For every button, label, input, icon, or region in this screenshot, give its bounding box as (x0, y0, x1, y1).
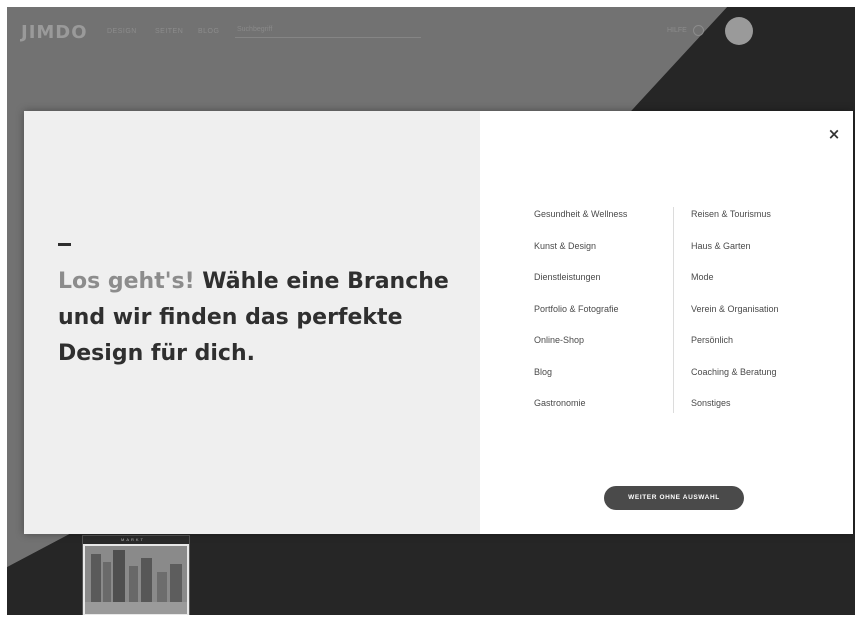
jimdo-logo[interactable]: JIMDO (21, 22, 88, 43)
category-list-right: Reisen & Tourismus Haus & Garten Mode Ve… (691, 209, 831, 430)
thumbnail-header: MARKT (83, 536, 189, 544)
modal-headline: Los geht's! Wähle eine Branche und wir f… (58, 264, 458, 372)
headline-dash (58, 243, 71, 246)
category-club-organization[interactable]: Verein & Organisation (691, 304, 831, 336)
top-bar: JIMDO Design Seiten Blog Suchbegriff HIL… (7, 7, 855, 57)
category-art-design[interactable]: Kunst & Design (534, 241, 674, 273)
category-blog[interactable]: Blog (534, 367, 674, 399)
headline-accent: Los geht's! (58, 269, 195, 294)
avatar[interactable] (725, 17, 753, 45)
category-home-garden[interactable]: Haus & Garten (691, 241, 831, 273)
category-gastronomy[interactable]: Gastronomie (534, 398, 674, 430)
search-placeholder: Suchbegriff (237, 26, 273, 33)
thumbnail-title: MARKT (121, 537, 145, 542)
category-personal[interactable]: Persönlich (691, 335, 831, 367)
nav-pages[interactable]: Seiten (155, 28, 183, 35)
category-travel-tourism[interactable]: Reisen & Tourismus (691, 209, 831, 241)
nav-blog[interactable]: Blog (198, 28, 219, 35)
modal-intro-panel: Los geht's! Wähle eine Branche und wir f… (24, 111, 480, 534)
close-icon[interactable]: × (827, 127, 841, 142)
continue-without-selection-button[interactable]: WEITER OHNE AUSWAHL (604, 486, 744, 510)
category-coaching-consulting[interactable]: Coaching & Beratung (691, 367, 831, 399)
category-divider (673, 207, 674, 413)
category-list-left: Gesundheit & Wellness Kunst & Design Die… (534, 209, 674, 430)
help-link[interactable]: HILFE (667, 27, 687, 34)
category-portfolio-photography[interactable]: Portfolio & Fotografie (534, 304, 674, 336)
screen: JIMDO Design Seiten Blog Suchbegriff HIL… (7, 7, 855, 615)
category-services[interactable]: Dienstleistungen (534, 272, 674, 304)
category-other[interactable]: Sonstiges (691, 398, 831, 430)
category-fashion[interactable]: Mode (691, 272, 831, 304)
template-thumbnail[interactable]: MARKT (82, 535, 190, 615)
branch-selection-modal: Los geht's! Wähle eine Branche und wir f… (24, 111, 853, 534)
nav-design[interactable]: Design (107, 28, 137, 35)
help-icon[interactable] (693, 25, 704, 36)
category-health-wellness[interactable]: Gesundheit & Wellness (534, 209, 674, 241)
search-input[interactable]: Suchbegriff (235, 23, 421, 38)
thumbnail-image (85, 546, 187, 614)
category-online-shop[interactable]: Online-Shop (534, 335, 674, 367)
